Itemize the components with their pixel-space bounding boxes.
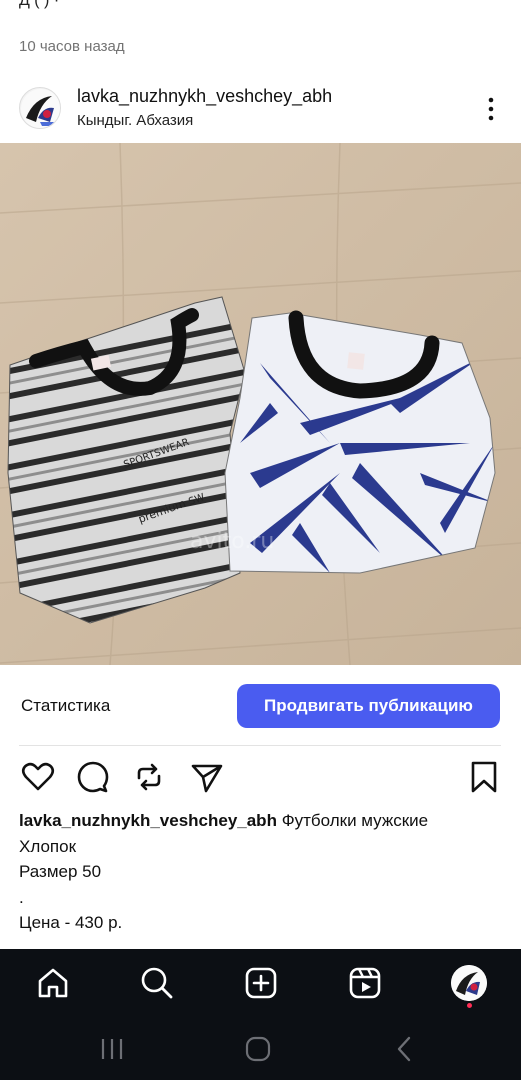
caption-line: Цена - 430 р. (19, 913, 123, 932)
heart-icon[interactable] (21, 760, 55, 794)
caption-username[interactable]: lavka_nuzhnykh_veshchey_abh (19, 811, 277, 830)
post-image[interactable]: SPORTSWEAR premium SW avito.ru (0, 143, 521, 665)
post-actions (0, 756, 521, 800)
comment-icon[interactable] (76, 760, 110, 794)
image-watermark: avito.ru (190, 529, 274, 554)
repost-icon[interactable] (132, 760, 166, 794)
more-options-icon[interactable] (479, 96, 503, 122)
search-icon[interactable] (137, 963, 177, 1003)
notification-dot (467, 1003, 472, 1008)
bookmark-icon[interactable] (467, 760, 501, 794)
create-icon[interactable] (241, 963, 281, 1003)
reels-icon[interactable] (345, 963, 385, 1003)
profile-avatar[interactable] (449, 963, 489, 1003)
recents-icon[interactable] (100, 1034, 124, 1064)
post-caption: lavka_nuzhnykh_veshchey_abh Футболки муж… (19, 808, 509, 936)
home-circle-icon[interactable] (244, 1034, 272, 1064)
divider (19, 745, 501, 746)
bottom-navigation (0, 949, 521, 1080)
promote-post-button[interactable]: Продвигать публикацию (237, 684, 500, 728)
promotion-bar: Статистика Продвигать публикацию (0, 665, 521, 745)
share-icon[interactable] (190, 760, 224, 794)
caption-text: Футболки мужские (281, 811, 429, 830)
post-header: lavka_nuzhnykh_veshchey_abh Кындыг. Абха… (0, 80, 521, 136)
caption-line: lavka_nuzhnykh_veshchey_abh Футболки муж… (19, 808, 509, 834)
statistics-link[interactable]: Статистика (21, 696, 110, 716)
caption-line: . (19, 887, 24, 907)
author-avatar[interactable] (19, 87, 61, 129)
caption-line: Хлопок (19, 836, 77, 856)
back-icon[interactable] (394, 1034, 414, 1064)
previous-post-caption: Д ( ) · (19, 0, 499, 28)
post-location[interactable]: Кындыг. Абхазия (77, 112, 193, 129)
post-timestamp: 10 часов назад (19, 38, 125, 55)
caption-line: Размер 50 (19, 862, 102, 881)
home-icon[interactable] (33, 963, 73, 1003)
author-username[interactable]: lavka_nuzhnykh_veshchey_abh (77, 86, 332, 107)
previous-caption-text: Д ( ) · (19, 0, 60, 9)
